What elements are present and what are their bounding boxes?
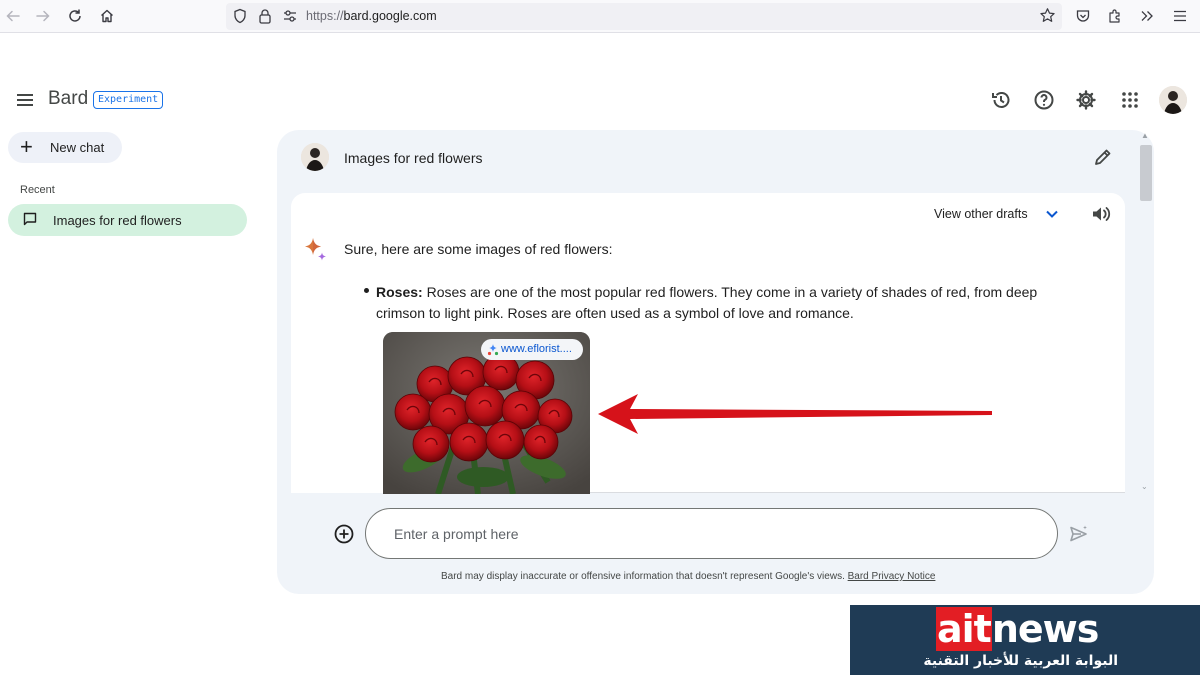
- url-domain: bard.google.com: [343, 9, 437, 23]
- new-chat-button[interactable]: + New chat: [8, 132, 122, 163]
- watermark-brand-rest: news: [991, 607, 1100, 651]
- settings-gear-icon[interactable]: [1074, 88, 1098, 112]
- scroll-down-icon[interactable]: ⌄: [1141, 482, 1148, 491]
- sidebar-item-images-for-red-flowers[interactable]: Images for red flowers: [8, 204, 247, 236]
- scroll-up-icon[interactable]: ▲: [1141, 131, 1149, 140]
- bookmark-star-icon[interactable]: [1039, 7, 1056, 29]
- list-item: Roses: Roses are one of the most popular…: [376, 282, 1076, 324]
- divider: [590, 492, 1125, 493]
- prompt-input[interactable]: [365, 508, 1058, 559]
- reload-icon[interactable]: [65, 6, 85, 26]
- address-bar[interactable]: https://bard.google.com: [226, 3, 1062, 30]
- new-chat-label: New chat: [50, 140, 105, 155]
- view-drafts-button[interactable]: View other drafts: [934, 207, 1028, 221]
- recent-heading: Recent: [20, 184, 55, 196]
- disclaimer-text: Bard may display inaccurate or offensive…: [441, 571, 845, 582]
- experiment-badge: Experiment: [93, 91, 164, 109]
- forward-arrow-icon[interactable]: [33, 6, 53, 26]
- watermark-tagline: البوابة العربية للأخبار التقنية: [923, 653, 1118, 669]
- main-menu-icon[interactable]: [14, 89, 36, 111]
- browser-toolbar: https://bard.google.com: [0, 0, 1200, 33]
- list-bullet: [364, 288, 369, 293]
- permissions-icon[interactable]: [282, 9, 298, 28]
- help-icon[interactable]: [1032, 88, 1056, 112]
- red-arrow-annotation: [598, 394, 992, 434]
- url-prefix: https://: [306, 9, 344, 23]
- home-icon[interactable]: [97, 6, 117, 26]
- profile-avatar[interactable]: [1159, 86, 1187, 114]
- back-arrow-icon[interactable]: [3, 6, 23, 26]
- lock-icon[interactable]: [258, 8, 272, 29]
- edit-pencil-icon[interactable]: [1093, 147, 1113, 167]
- speaker-icon[interactable]: [1090, 203, 1112, 225]
- plus-icon: +: [20, 134, 33, 159]
- user-query: Images for red flowers: [344, 150, 483, 166]
- send-icon[interactable]: [1068, 523, 1090, 545]
- privacy-notice-link[interactable]: Bard Privacy Notice: [848, 571, 936, 582]
- disclaimer: Bard may display inaccurate or offensive…: [441, 571, 935, 582]
- add-circle-icon[interactable]: [333, 523, 355, 545]
- aitnews-watermark: aitnews البوابة العربية للأخبار التقنية: [850, 605, 1200, 675]
- list-item-text: Roses are one of the most popular red fl…: [376, 284, 1038, 321]
- watermark-brand-highlight: ait: [936, 607, 992, 651]
- overflow-chevrons-icon[interactable]: [1137, 6, 1157, 26]
- shield-icon[interactable]: [232, 8, 248, 29]
- chevron-down-icon[interactable]: [1044, 206, 1060, 222]
- sidebar-item-label: Images for red flowers: [53, 213, 182, 228]
- image-source-chip[interactable]: www.eflorist....: [481, 339, 583, 360]
- apps-grid-icon[interactable]: [1118, 88, 1142, 112]
- list-item-term: Roses:: [376, 284, 423, 300]
- pocket-icon[interactable]: [1073, 6, 1093, 26]
- watermark-logo: aitnews: [936, 607, 1100, 651]
- url-text[interactable]: https://bard.google.com: [306, 9, 437, 23]
- user-avatar: [301, 143, 329, 171]
- image-source-link: www.eflorist....: [501, 343, 572, 355]
- app-title: Bard: [48, 88, 89, 109]
- chat-bubble-icon: [22, 211, 38, 227]
- bard-sparkle-icon: [302, 236, 328, 262]
- extensions-icon[interactable]: [1105, 6, 1125, 26]
- google-lens-icon: [487, 343, 499, 356]
- history-icon[interactable]: [989, 88, 1013, 112]
- response-intro: Sure, here are some images of red flower…: [344, 241, 613, 257]
- scrollbar-thumb[interactable]: [1140, 145, 1152, 201]
- hamburger-menu-icon[interactable]: [1170, 6, 1190, 26]
